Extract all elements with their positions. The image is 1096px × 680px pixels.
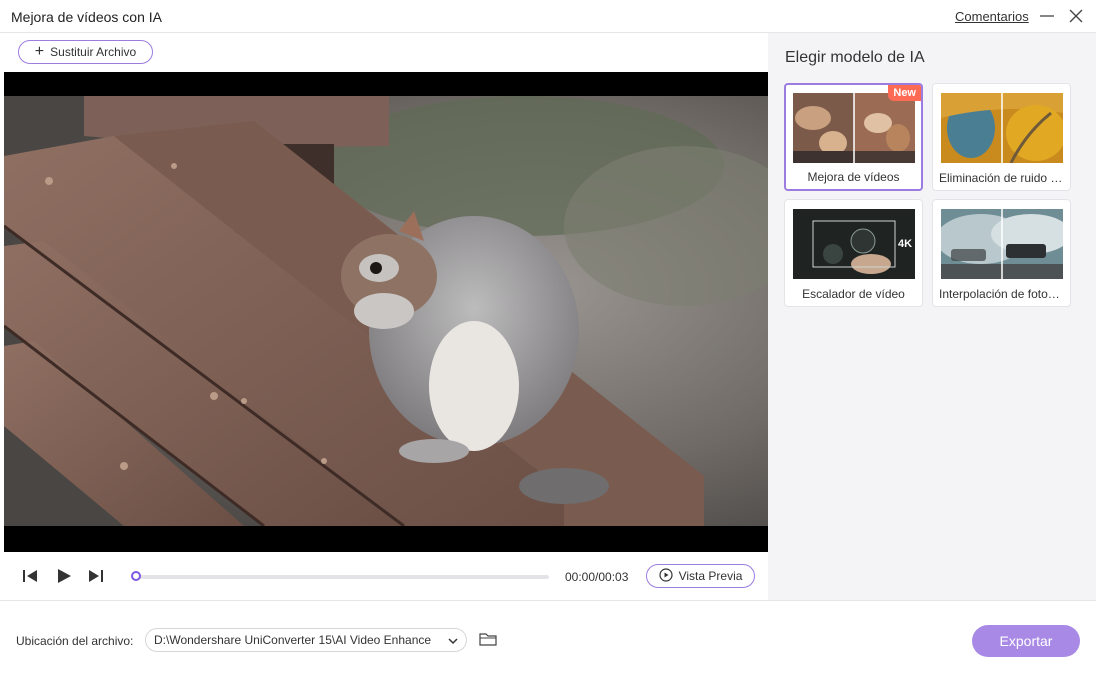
model-card-label: Escalador de vídeo bbox=[802, 287, 905, 301]
progress-track[interactable] bbox=[135, 575, 549, 579]
model-thumbnail bbox=[941, 93, 1063, 163]
model-card-video-upscaler[interactable]: 4K Escalador de vídeo bbox=[784, 199, 923, 307]
close-icon[interactable] bbox=[1066, 6, 1086, 26]
video-frame bbox=[4, 96, 768, 526]
preview-button[interactable]: Vista Previa bbox=[646, 564, 755, 588]
model-card-video-enhance[interactable]: New Mejora de vídeos bbox=[784, 83, 923, 191]
model-card-label: Eliminación de ruido de video bbox=[939, 171, 1070, 185]
export-button[interactable]: Exportar bbox=[972, 625, 1080, 657]
window-title: Mejora de vídeos con IA bbox=[11, 9, 162, 25]
time-display: 00:00/00:03 bbox=[565, 570, 629, 584]
model-thumbnail bbox=[941, 209, 1063, 279]
video-frame-image bbox=[4, 96, 768, 526]
previous-frame-icon[interactable] bbox=[21, 568, 39, 584]
video-viewport[interactable] bbox=[4, 72, 768, 552]
title-bar: Mejora de vídeos con IA Comentarios bbox=[0, 0, 1096, 33]
minimize-icon[interactable] bbox=[1037, 6, 1057, 26]
footer-bar: Ubicación del archivo: D:\Wondershare Un… bbox=[0, 600, 1096, 680]
model-thumbnail bbox=[793, 93, 915, 163]
folder-icon[interactable] bbox=[479, 631, 497, 647]
model-thumbnail: 4K bbox=[793, 209, 915, 279]
model-card-label: Interpolación de fotogramas bbox=[939, 287, 1070, 301]
upscaler-4k-text: 4K bbox=[898, 238, 912, 250]
playback-controls: 00:00/00:03 Vista Previa bbox=[0, 561, 768, 591]
new-badge: New bbox=[888, 85, 921, 101]
replace-file-label: Sustituir Archivo bbox=[50, 45, 137, 59]
play-icon[interactable] bbox=[55, 568, 73, 584]
preview-play-icon bbox=[658, 567, 673, 585]
plus-icon: + bbox=[34, 42, 45, 60]
next-frame-icon[interactable] bbox=[87, 568, 105, 584]
replace-file-button[interactable]: + Sustituir Archivo bbox=[18, 40, 153, 64]
model-card-noise-removal[interactable]: Eliminación de ruido de video bbox=[932, 83, 1071, 191]
model-panel-title: Elegir modelo de IA bbox=[785, 49, 925, 66]
player-pane: + Sustituir Archivo 00:00/00:03 Vista Pr… bbox=[0, 33, 768, 600]
preview-label: Vista Previa bbox=[678, 569, 743, 583]
chevron-down-icon bbox=[448, 635, 458, 649]
feedback-link[interactable]: Comentarios bbox=[955, 9, 1029, 24]
model-panel: Elegir modelo de IA New Mejora de vídeos bbox=[768, 33, 1096, 600]
file-location-value: D:\Wondershare UniConverter 15\AI Video … bbox=[154, 633, 432, 647]
file-location-label: Ubicación del archivo: bbox=[16, 634, 134, 648]
progress-knob[interactable] bbox=[131, 571, 141, 581]
file-location-select[interactable]: D:\Wondershare UniConverter 15\AI Video … bbox=[145, 628, 467, 652]
model-card-label: Mejora de vídeos bbox=[807, 170, 900, 184]
model-card-frame-interpolation[interactable]: Interpolación de fotogramas bbox=[932, 199, 1071, 307]
